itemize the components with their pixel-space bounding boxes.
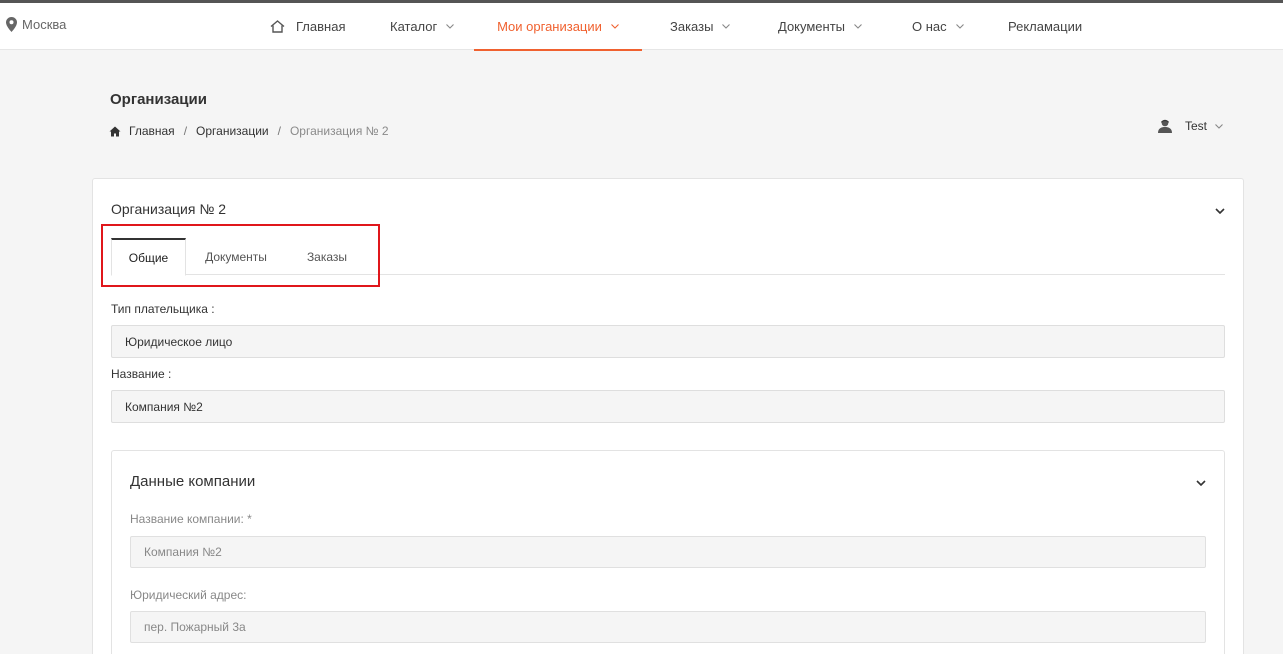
nav-label: Документы <box>778 19 846 34</box>
collapse-toggle[interactable] <box>1215 201 1225 219</box>
nav-item-about[interactable]: О нас <box>912 3 964 50</box>
chevron-down-icon <box>1215 208 1225 215</box>
nav-item-my-organizations[interactable]: Мои организации <box>474 3 642 51</box>
map-pin-icon <box>6 17 17 32</box>
top-navbar: Москва Главная Каталог Мои организации З… <box>0 3 1283 51</box>
chevron-down-icon <box>1215 123 1223 129</box>
company-data-card: Данные компании Название компании: * Ком… <box>111 450 1225 654</box>
legal-address-field[interactable]: пер. Пожарный 3а <box>130 611 1206 643</box>
legal-address-label: Юридический адрес: <box>130 588 247 602</box>
home-icon <box>270 20 285 33</box>
chevron-down-icon <box>722 24 731 29</box>
city-label: Москва <box>22 17 67 32</box>
breadcrumb-home[interactable]: Главная <box>109 124 175 138</box>
company-name-field[interactable]: Компания №2 <box>130 536 1206 568</box>
company-data-title: Данные компании <box>130 473 256 490</box>
nav-label: Заказы <box>670 19 714 34</box>
nav-label: Рекламации <box>1008 19 1083 34</box>
breadcrumb-separator: / <box>277 124 281 138</box>
home-icon <box>109 126 121 136</box>
breadcrumb-organizations[interactable]: Организации <box>196 124 269 138</box>
nav-label: Каталог <box>390 19 438 34</box>
user-avatar-icon <box>1158 119 1172 133</box>
nav-label: О нас <box>912 19 947 34</box>
chevron-down-icon <box>1196 480 1206 487</box>
user-menu[interactable]: Test <box>1157 119 1223 133</box>
collapse-toggle[interactable] <box>1196 473 1206 491</box>
name-label: Название : <box>111 367 172 381</box>
highlight-box <box>101 224 380 287</box>
company-name-label: Название компании: * <box>130 512 252 526</box>
city-selector[interactable]: Москва <box>6 17 66 32</box>
nav-item-home[interactable]: Главная <box>270 3 345 50</box>
payer-type-field[interactable]: Юридическое лицо <box>111 325 1225 358</box>
chevron-down-icon <box>955 24 964 29</box>
nav-label: Главная <box>296 19 346 34</box>
chevron-down-icon <box>611 24 619 29</box>
name-field[interactable]: Компания №2 <box>111 390 1225 423</box>
nav-item-documents[interactable]: Документы <box>778 3 862 50</box>
breadcrumb-separator: / <box>183 124 188 138</box>
breadcrumb-label: Главная <box>129 124 175 138</box>
nav-item-orders[interactable]: Заказы <box>670 3 731 50</box>
breadcrumb: Главная / Организации / Организация № 2 <box>109 124 389 138</box>
payer-type-label: Тип плательщика : <box>111 302 215 316</box>
nav-item-complaints[interactable]: Рекламации <box>1008 3 1082 50</box>
user-name: Test <box>1185 119 1208 133</box>
chevron-down-icon <box>854 24 862 29</box>
page-title: Организации <box>110 91 207 108</box>
card-title: Организация № 2 <box>111 201 227 217</box>
nav-label: Мои организации <box>497 19 602 34</box>
nav-item-catalog[interactable]: Каталог <box>390 3 455 50</box>
chevron-down-icon <box>446 24 455 29</box>
breadcrumb-current: Организация № 2 <box>289 124 389 138</box>
